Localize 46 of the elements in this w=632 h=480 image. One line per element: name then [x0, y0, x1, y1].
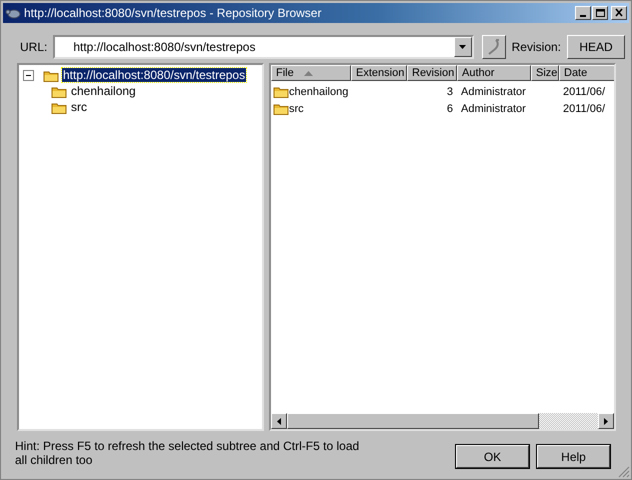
folder-icon [51, 100, 67, 114]
folder-icon [273, 85, 289, 98]
column-header[interactable]: Revision [407, 65, 457, 81]
scroll-right-button[interactable] [598, 413, 614, 429]
tree-item[interactable]: src [70, 100, 88, 114]
hint-text: Hint: Press F5 to refresh the selected subtree and Ctrl-F5 to load all children too [15, 439, 360, 468]
column-header[interactable]: Size [531, 65, 559, 81]
folder-icon [273, 102, 289, 115]
url-label: URL: [20, 40, 48, 54]
close-icon [614, 8, 624, 18]
folder-icon [43, 68, 59, 82]
maximize-button[interactable] [592, 6, 608, 20]
table-cell-text: Administrator [460, 86, 527, 98]
left-arrow-icon [277, 418, 281, 424]
tree-item[interactable]: http://localhost:8080/svn/testrepos [62, 68, 246, 82]
revision-label: Revision: [512, 40, 561, 54]
horizontal-scrollbar[interactable] [271, 413, 614, 429]
column-header[interactable]: File [271, 65, 351, 81]
maximize-icon [595, 8, 605, 18]
scroll-left-button[interactable] [271, 413, 287, 429]
url-combo-box[interactable]: http://localhost:8080/svn/testrepos [53, 35, 474, 59]
resize-grip-icon[interactable] [618, 466, 630, 478]
help-button[interactable]: Help [537, 445, 610, 468]
scrollbar-thumb[interactable] [287, 413, 539, 429]
go-button[interactable] [482, 35, 506, 59]
table-cell-text: 6 [446, 102, 454, 114]
hook-icon [486, 38, 502, 56]
tree-item[interactable]: chenhailong [70, 84, 137, 98]
table-cell: chenhailong [289, 86, 348, 98]
table-cell-text: 2011/06/ [562, 102, 606, 114]
collapse-icon[interactable] [23, 70, 34, 80]
column-header[interactable]: Author [457, 65, 531, 81]
table-cell-text: Administrator [460, 102, 527, 114]
revision-button[interactable]: HEAD [567, 35, 625, 59]
right-arrow-icon [604, 418, 608, 424]
folder-icon [51, 84, 67, 98]
column-header[interactable]: Date [559, 65, 614, 81]
column-header[interactable]: Extension [351, 65, 407, 81]
table-cell-text: 2011/06/ [562, 86, 606, 98]
minimize-icon [580, 15, 586, 17]
table-cell-text: 3 [446, 86, 454, 98]
table-cell: src [289, 102, 304, 114]
window-title: http://localhost:8080/svn/testrepos - Repository Browser [24, 6, 322, 20]
ok-button[interactable]: OK [456, 445, 529, 468]
minimize-button[interactable] [575, 6, 591, 20]
close-button[interactable] [611, 6, 627, 20]
